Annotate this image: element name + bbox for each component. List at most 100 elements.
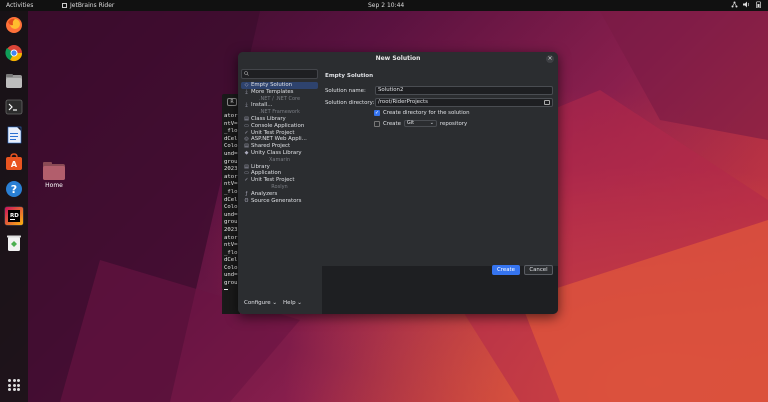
cancel-button[interactable]: Cancel bbox=[524, 265, 553, 275]
template-icon: ▭ bbox=[244, 170, 249, 177]
template-item[interactable]: ⤓ More Templates bbox=[241, 89, 318, 96]
template-item[interactable]: ▤ Library bbox=[241, 164, 318, 171]
create-repo-row: Create Git ⌄ repository bbox=[374, 120, 467, 127]
template-item[interactable]: ▭ Console Application bbox=[241, 123, 318, 130]
close-icon[interactable]: × bbox=[546, 55, 554, 63]
template-label: Unity Class Library bbox=[251, 149, 302, 156]
template-label: Unit Test Project bbox=[251, 177, 295, 184]
template-heading: Empty Solution bbox=[325, 73, 374, 79]
solution-name-label: Solution name: bbox=[325, 87, 366, 94]
network-icon bbox=[731, 1, 738, 8]
template-item[interactable]: ⤓ Install... bbox=[241, 102, 318, 109]
template-item[interactable]: ▤ Shared Project bbox=[241, 143, 318, 150]
template-icon: ▭ bbox=[244, 122, 249, 129]
template-group-header: .NET Framework bbox=[259, 109, 300, 116]
home-folder[interactable]: Home bbox=[42, 162, 66, 189]
create-repo-checkbox[interactable] bbox=[374, 120, 380, 127]
writer-icon[interactable] bbox=[4, 125, 24, 145]
template-item[interactable]: ✓ Unit Test Project bbox=[241, 130, 318, 137]
template-label: Application bbox=[251, 170, 282, 177]
rider-icon[interactable]: RD bbox=[4, 206, 24, 226]
template-icon: ƒ bbox=[245, 190, 248, 197]
template-item[interactable]: ◆ Unity Class Library bbox=[241, 150, 318, 157]
create-directory-row: ✓ Create directory for the solution bbox=[374, 110, 470, 116]
template-label: Class Library bbox=[251, 115, 286, 122]
template-label: Empty Solution bbox=[251, 82, 293, 88]
template-item[interactable]: ▭ Application bbox=[241, 170, 318, 177]
help-button[interactable]: Help ⌄ bbox=[283, 300, 302, 306]
browse-folder-icon[interactable] bbox=[544, 100, 550, 105]
template-icon: ⤓ bbox=[245, 102, 248, 109]
create-directory-label: Create directory for the solution bbox=[383, 110, 470, 116]
template-icon: ✓ bbox=[244, 177, 249, 184]
dock: A ? RD bbox=[0, 11, 28, 402]
firefox-icon[interactable] bbox=[4, 15, 24, 35]
template-item[interactable]: ƒ Analyzers bbox=[241, 191, 318, 198]
rider-icon-label: RD bbox=[10, 213, 19, 219]
solution-name-row: Solution name: Solution2 bbox=[325, 86, 553, 95]
clock[interactable]: Sep 2 10:44 bbox=[368, 2, 404, 9]
new-solution-dialog: New Solution × ◇ Empty Solution ⤓ More Temp… bbox=[238, 52, 558, 314]
create-directory-checkbox[interactable]: ✓ bbox=[374, 110, 380, 116]
folder-icon bbox=[43, 162, 65, 180]
template-icon: ʘ bbox=[244, 197, 249, 204]
template-label: ASP.NET Web Appli... bbox=[251, 136, 307, 143]
configure-button[interactable]: Configure ⌄ bbox=[244, 300, 277, 306]
help-icon[interactable]: ? bbox=[4, 179, 24, 199]
app-menu[interactable]: JetBrains Rider bbox=[62, 2, 114, 9]
template-item[interactable]: ◇ Empty Solution bbox=[241, 82, 318, 89]
template-icon: ◆ bbox=[244, 149, 249, 156]
template-group-header: Roslyn bbox=[271, 183, 288, 190]
template-group-header: Xamarin bbox=[268, 156, 291, 163]
solution-directory-input[interactable]: /root/RiderProjects bbox=[375, 98, 553, 107]
solution-directory-row: Solution directory: /root/RiderProjects bbox=[325, 98, 553, 107]
template-icon: ▤ bbox=[244, 115, 249, 122]
template-list: ◇ Empty Solution ⤓ More Templates .NET / .NE… bbox=[241, 82, 318, 204]
template-item[interactable]: ▤ Class Library bbox=[241, 116, 318, 123]
repo-type-value: Git bbox=[406, 120, 415, 126]
terminal-icon[interactable] bbox=[4, 97, 24, 117]
template-label: Analyzers bbox=[251, 190, 278, 197]
home-label: Home bbox=[45, 182, 63, 189]
template-icon: ▤ bbox=[244, 143, 249, 150]
activities-button[interactable]: Activities bbox=[6, 2, 33, 9]
template-icon: ▤ bbox=[244, 163, 249, 170]
template-item[interactable]: ◎ ASP.NET Web Appli... bbox=[241, 136, 318, 143]
template-label: More Templates bbox=[251, 88, 294, 95]
software-icon[interactable]: A bbox=[4, 152, 24, 172]
template-label: Library bbox=[251, 163, 270, 170]
repo-type-select[interactable]: Git ⌄ bbox=[403, 120, 437, 127]
create-repo-label: Create bbox=[383, 120, 401, 127]
solution-directory-label: Solution directory: bbox=[325, 99, 375, 106]
dialog-title: New Solution bbox=[238, 52, 558, 66]
template-icon: ◎ bbox=[244, 136, 249, 143]
template-label: Shared Project bbox=[251, 143, 291, 150]
solution-name-input[interactable]: Solution2 bbox=[375, 86, 553, 95]
trash-icon[interactable] bbox=[4, 233, 24, 253]
template-label: Unit Test Project bbox=[251, 129, 295, 136]
template-label: Console Application bbox=[251, 122, 305, 129]
template-item[interactable]: ʘ Source Generators bbox=[241, 198, 318, 205]
volume-icon bbox=[743, 1, 750, 8]
template-icon: ✓ bbox=[244, 129, 249, 136]
system-tray[interactable] bbox=[731, 1, 762, 9]
show-apps-icon[interactable] bbox=[8, 379, 20, 391]
solution-directory-value: /root/RiderProjects bbox=[378, 99, 428, 105]
template-item[interactable]: ✓ Unit Test Project bbox=[241, 177, 318, 184]
terminal-tab[interactable]: R bbox=[227, 98, 237, 106]
files-icon[interactable] bbox=[4, 71, 24, 91]
settings-panel: Empty Solution Solution name: Solution2 … bbox=[322, 66, 558, 275]
create-button[interactable]: Create bbox=[492, 265, 520, 275]
template-icon: ⤓ bbox=[245, 88, 248, 95]
template-label: Source Generators bbox=[251, 197, 302, 204]
template-icon: ◇ bbox=[244, 82, 249, 88]
svg-text:A: A bbox=[11, 160, 18, 169]
chevron-down-icon: ⌄ bbox=[429, 120, 434, 126]
template-label: Install... bbox=[251, 102, 273, 109]
chrome-icon[interactable] bbox=[4, 43, 24, 63]
template-pane: ◇ Empty Solution ⤓ More Templates .NET / .NE… bbox=[238, 66, 321, 314]
template-search-input[interactable] bbox=[241, 69, 318, 79]
rider-app-icon bbox=[62, 3, 67, 8]
template-group-header: .NET / .NET Core bbox=[258, 95, 301, 102]
repo-suffix-label: repository bbox=[439, 120, 468, 127]
